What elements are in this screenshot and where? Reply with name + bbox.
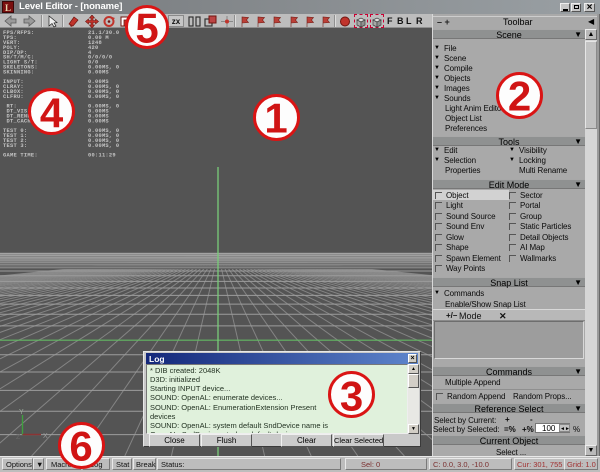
svg-text:SKINNING:: SKINNING:	[3, 69, 34, 75]
svg-text:0.00MS: 0.00MS	[88, 69, 109, 75]
svg-text:00:11:29: 00:11:29	[88, 153, 116, 159]
svg-text:0.00MS, 0: 0.00MS, 0	[88, 94, 119, 100]
svg-text:GAME TIME:: GAME TIME:	[3, 153, 38, 159]
svg-text:CLFRU:: CLFRU:	[3, 94, 24, 100]
svg-text:TEST 3:: TEST 3:	[3, 143, 27, 149]
svg-text:0.00MS, 0: 0.00MS, 0	[88, 143, 119, 149]
svg-text:0.00MS: 0.00MS	[88, 118, 109, 124]
